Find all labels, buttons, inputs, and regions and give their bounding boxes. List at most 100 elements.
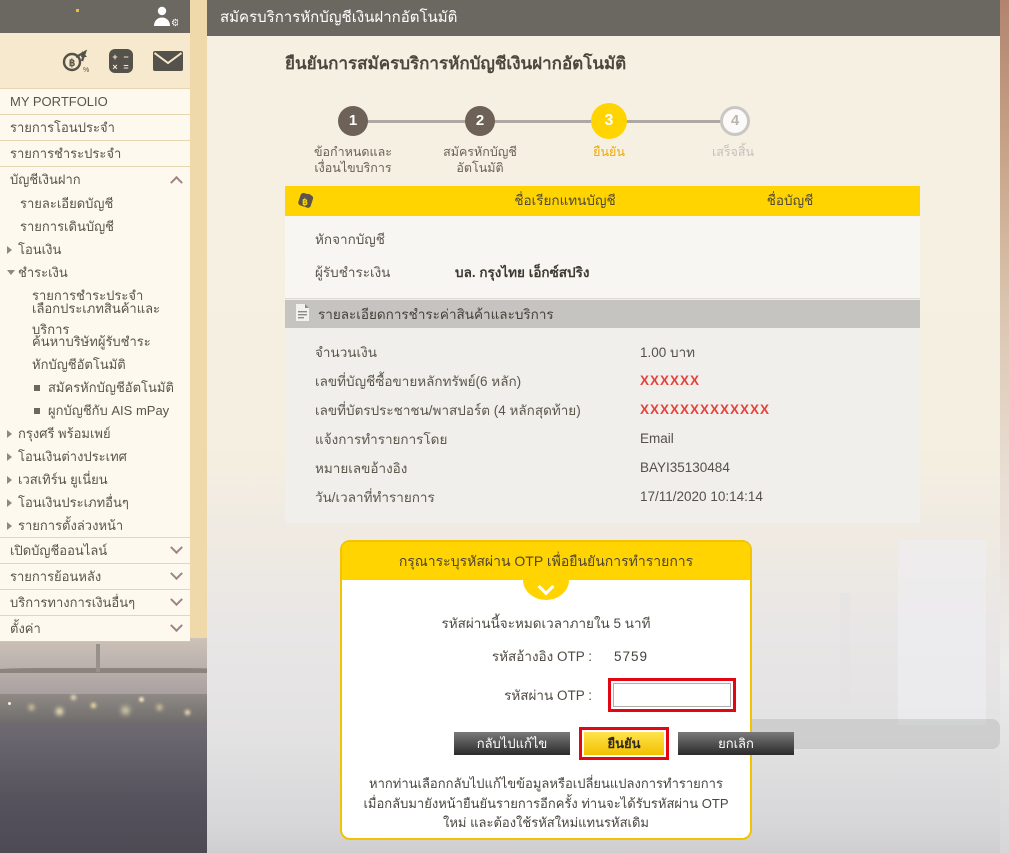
sidebar-item-international-transfer[interactable]: โอนเงินต่างประเทศ xyxy=(0,445,190,468)
sidebar-item-select-product-type[interactable]: เลือกประเภทสินค้าและบริการ xyxy=(0,307,190,330)
otp-note-line: เมื่อกลับมายังหน้ายืนยันรายการอีกครั้ง ท… xyxy=(342,794,750,814)
sidebar-item-recurring-transfer[interactable]: รายการโอนประจำ xyxy=(0,114,190,140)
table-row: หมายเลขอ้างอิง BAYI35130484 xyxy=(285,453,920,482)
calculator-icon[interactable]: + − × = xyxy=(108,48,134,74)
sidebar-item-western-union[interactable]: เวสเทิร์น ยูเนี่ยน xyxy=(0,468,190,491)
arrow-right-icon xyxy=(7,430,18,438)
banking-app: ⚙ ฿ % + − × = xyxy=(0,0,1009,853)
sidebar-item-deposit-account[interactable]: บัญชีเงินฝาก xyxy=(0,166,190,192)
step-2-label: สมัครหักบัญชี อัตโนมัติ xyxy=(415,144,545,177)
sidebar-item-open-account-online[interactable]: เปิดบัญชีออนไลน์ xyxy=(0,537,190,563)
logo-dot xyxy=(76,9,79,12)
row-value: 17/11/2020 10:14:14 xyxy=(640,489,763,504)
arrow-right-icon xyxy=(7,246,18,254)
otp-reference-value: 5759 xyxy=(614,649,648,664)
progress-stepper: 1 2 3 4 ข้อกำหนดและ เงื่อนไขบริการ สมัคร… xyxy=(207,96,1000,186)
main-content: ยืนยันการสมัครบริการหักบัญชีเงินฝากอัตโน… xyxy=(207,36,1000,853)
square-bullet-icon xyxy=(34,385,40,391)
sidebar-item-recurring-payment[interactable]: รายการชำระประจำ xyxy=(0,140,190,166)
confirm-button[interactable]: ยืนยัน xyxy=(584,732,664,755)
sidebar-item-scheduled-transactions[interactable]: รายการตั้งล่วงหน้า xyxy=(0,514,190,537)
sidebar-item-other-financial-services[interactable]: บริการทางการเงินอื่นๆ xyxy=(0,589,190,615)
svg-text:⚙: ⚙ xyxy=(171,18,178,27)
svg-text:+: + xyxy=(112,52,117,62)
otp-note-line: ใหม่ และต้องใช้รหัสใหม่แทนรหัสเดิม xyxy=(342,813,750,833)
sidebar-item-account-details[interactable]: รายละเอียดบัญชี xyxy=(0,192,190,215)
otp-dialog-title: กรุณาระบุรหัสผ่าน OTP เพื่อยืนยันการทำรา… xyxy=(342,542,750,580)
sidebar-header: ⚙ xyxy=(0,0,190,33)
sidebar-item-transfer[interactable]: โอนเงิน xyxy=(0,238,190,261)
sidebar-item-account-statement[interactable]: รายการเดินบัญชี xyxy=(0,215,190,238)
table-row: จำนวนเงิน 1.00 บาท xyxy=(285,337,920,366)
account-section-body: หักจากบัญชี ผู้รับชำระเงิน บล. กรุงไทย เ… xyxy=(285,216,920,299)
otp-reference-label: รหัสอ้างอิง OTP : xyxy=(342,645,592,667)
table-row: เลขที่บัตรประชาชน/พาสปอร์ต (4 หลักสุดท้า… xyxy=(285,395,920,424)
account-section-header: ฿ ชื่อเรียกแทนบัญชี ชื่อบัญชี xyxy=(285,186,920,216)
arrow-down-icon xyxy=(7,270,18,275)
row-label: ผู้รับชำระเงิน xyxy=(285,261,455,283)
chevron-down-icon xyxy=(170,541,183,554)
user-settings-icon[interactable]: ⚙ xyxy=(152,5,178,32)
photo-pylon xyxy=(96,644,100,672)
chevron-up-icon xyxy=(170,176,183,189)
main-topbar-title: สมัครบริการหักบัญชีเงินฝากอัตโนมัติ xyxy=(207,0,1000,36)
chevron-down-icon xyxy=(538,579,555,596)
photo-building xyxy=(898,540,986,725)
back-to-edit-button[interactable]: กลับไปแก้ไข xyxy=(454,732,570,755)
photo-water xyxy=(0,724,207,853)
table-row: หักจากบัญชี xyxy=(285,222,920,255)
sidebar-item-link-ais-mpay[interactable]: ผูกบัญชีกับ AIS mPay xyxy=(0,399,190,422)
sidebar-item-apply-direct-debit[interactable]: สมัครหักบัญชีอัตโนมัติ xyxy=(0,376,190,399)
sidebar-item-settings[interactable]: ตั้งค่า xyxy=(0,615,190,641)
background-photo-bridge xyxy=(0,638,207,853)
row-value: Email xyxy=(640,431,674,446)
photo-shore xyxy=(0,694,207,724)
arrow-right-icon xyxy=(7,476,18,484)
column-account-name: ชื่อบัญชี xyxy=(710,186,870,216)
column-account-alias: ชื่อเรียกแทนบัญชี xyxy=(465,186,665,216)
sidebar-item-other-transfer[interactable]: โอนเงินประเภทอื่นๆ xyxy=(0,491,190,514)
chevron-down-icon xyxy=(170,619,183,632)
currency-exchange-icon[interactable]: ฿ % xyxy=(61,48,89,74)
step-4-circle: 4 xyxy=(720,106,750,136)
svg-text:×: × xyxy=(112,62,117,72)
sidebar-item-transaction-history[interactable]: รายการย้อนหลัง xyxy=(0,563,190,589)
row-label: หักจากบัญชี xyxy=(285,228,455,250)
otp-dialog-notch xyxy=(523,580,569,600)
step-3-circle: 3 xyxy=(591,103,627,139)
row-label: วัน/เวลาที่ทำรายการ xyxy=(285,486,640,508)
svg-text:=: = xyxy=(123,62,128,72)
svg-text:฿: ฿ xyxy=(302,197,308,207)
sidebar-item-payment[interactable]: ชำระเงิน xyxy=(0,261,190,284)
svg-text:%: % xyxy=(83,67,89,74)
sidebar-menu: MY PORTFOLIO รายการโอนประจำ รายการชำระปร… xyxy=(0,88,190,642)
annotation-box-input xyxy=(608,678,736,712)
row-value: 1.00 บาท xyxy=(640,341,695,363)
row-value-masked: XXXXXX xyxy=(640,373,700,388)
otp-expiry-text: รหัสผ่านนี้จะหมดเวลาภายใน 5 นาที xyxy=(342,612,750,634)
sidebar-item-krungsri-promptpay[interactable]: กรุงศรี พร้อมเพย์ xyxy=(0,422,190,445)
otp-reference-row: รหัสอ้างอิง OTP : 5759 xyxy=(342,645,750,667)
step-1-circle: 1 xyxy=(338,106,368,136)
payment-details-title: รายละเอียดการชำระค่าสินค้าและบริการ xyxy=(318,303,554,325)
sidebar-toolbar: ฿ % + − × = xyxy=(0,33,190,88)
table-row: ผู้รับชำระเงิน บล. กรุงไทย เอ็กซ์สปริง xyxy=(285,255,920,288)
row-value: BAYI35130484 xyxy=(640,460,730,475)
row-label: เลขที่บัตรประชาชน/พาสปอร์ต (4 หลักสุดท้า… xyxy=(285,399,640,421)
cancel-button[interactable]: ยกเลิก xyxy=(678,732,794,755)
photo-sky xyxy=(0,638,207,694)
otp-note: หากท่านเลือกกลับไปแก้ไขข้อมูลหรือเปลี่ยน… xyxy=(342,774,750,833)
sidebar-item-direct-debit[interactable]: หักบัญชีอัตโนมัติ xyxy=(0,353,190,376)
sidebar-item-my-portfolio[interactable]: MY PORTFOLIO xyxy=(0,88,190,114)
square-bullet-icon xyxy=(34,408,40,414)
chevron-down-icon xyxy=(170,593,183,606)
mail-icon[interactable] xyxy=(153,51,183,71)
otp-password-input[interactable] xyxy=(613,683,731,707)
row-label: จำนวนเงิน xyxy=(285,341,640,363)
otp-buttons: กลับไปแก้ไข ยืนยัน ยกเลิก xyxy=(454,727,750,760)
payment-details-body: จำนวนเงิน 1.00 บาท เลขที่บัญชีซื้อขายหลั… xyxy=(285,328,920,523)
step-1-label: ข้อกำหนดและ เงื่อนไขบริการ xyxy=(288,144,418,177)
menu-icon[interactable] xyxy=(16,52,42,70)
otp-password-label: รหัสผ่าน OTP : xyxy=(342,684,592,706)
payment-details-section: รายละเอียดการชำระค่าสินค้าและบริการ จำนว… xyxy=(285,300,920,523)
